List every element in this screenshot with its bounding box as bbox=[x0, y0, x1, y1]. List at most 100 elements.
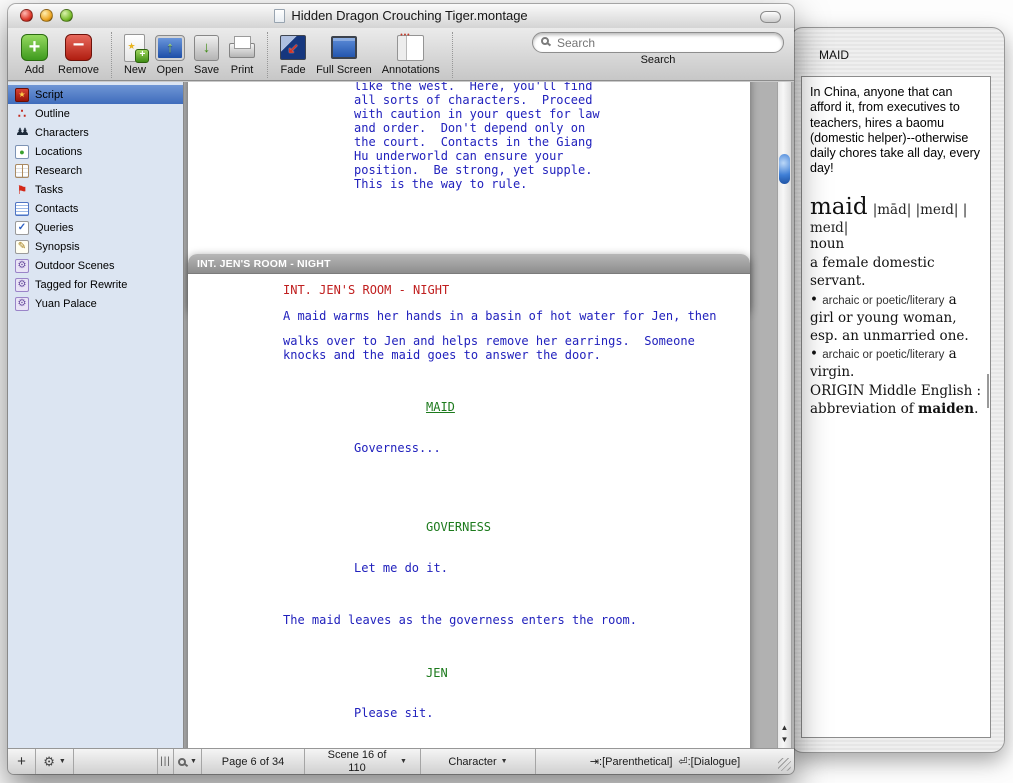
scrollbar-thumb[interactable] bbox=[779, 154, 790, 184]
sidebar-item-outline[interactable]: Outline bbox=[8, 104, 183, 123]
synopsis-pencil-icon bbox=[15, 240, 29, 254]
contacts-icon bbox=[15, 202, 29, 216]
scene-heading: INT. JEN'S ROOM - NIGHT bbox=[283, 284, 750, 298]
sidebar-item-tasks[interactable]: Tasks bbox=[8, 180, 183, 199]
vertical-scrollbar[interactable]: ▲▼ bbox=[777, 82, 792, 748]
close-button[interactable] bbox=[20, 9, 33, 22]
sidebar-item-queries[interactable]: Queries bbox=[8, 218, 183, 237]
view-columns-button[interactable]: ||| bbox=[158, 749, 174, 774]
chevron-down-icon: ▼ bbox=[400, 758, 407, 765]
window-title: Hidden Dragon Crouching Tiger.montage bbox=[8, 4, 794, 28]
toolbar: + Add − Remove New Open Save Print Fade bbox=[8, 28, 794, 81]
sidebar-item-outdoor-scenes[interactable]: Outdoor Scenes bbox=[8, 256, 183, 275]
sidebar-item-synopsis[interactable]: Synopsis bbox=[8, 237, 183, 256]
status-spacer bbox=[74, 749, 158, 774]
sidebar-item-yuan-palace[interactable]: Yuan Palace bbox=[8, 294, 183, 313]
inspector-content[interactable]: In China, anyone that can afford it, fro… bbox=[801, 76, 991, 738]
toolbar-separator bbox=[452, 32, 453, 78]
script-icon bbox=[15, 88, 29, 102]
add-button[interactable]: + Add bbox=[21, 32, 48, 76]
dictionary-sense-1: • archaic or poetic/literary a girl or y… bbox=[810, 292, 983, 345]
search-label: Search bbox=[641, 54, 676, 66]
window-controls bbox=[20, 9, 73, 22]
printer-icon bbox=[229, 34, 255, 61]
fade-button[interactable]: Fade bbox=[280, 32, 306, 76]
new-button[interactable]: New bbox=[124, 32, 146, 76]
scrollbar-arrows[interactable]: ▲▼ bbox=[778, 722, 791, 746]
dialogue-block: GOVERNESS Let me do it. bbox=[188, 494, 750, 602]
zoom-button[interactable] bbox=[60, 9, 73, 22]
tasks-pin-icon bbox=[15, 183, 29, 197]
locations-icon bbox=[15, 145, 29, 159]
script-editor[interactable]: like the west. Here, you'll find all sor… bbox=[184, 82, 794, 748]
status-search-menu[interactable]: ▼ bbox=[174, 749, 202, 774]
dictionary-origin: ORIGIN Middle English : abbreviation of … bbox=[810, 383, 983, 419]
character-name: MAID bbox=[426, 401, 750, 415]
sidebar-item-characters[interactable]: Characters bbox=[8, 123, 183, 142]
scene-card[interactable]: INT. JEN'S ROOM - NIGHT INT. JEN'S ROOM … bbox=[188, 254, 750, 748]
sidebar: Script Outline Characters Locations Rese… bbox=[8, 82, 184, 748]
action-text: A maid warms her hands in a basin of hot… bbox=[283, 310, 750, 324]
bullet: • bbox=[810, 292, 818, 308]
dialogue-text: Governess... bbox=[354, 442, 750, 456]
action-text: The maid leaves as the governess enters … bbox=[283, 614, 750, 628]
save-button[interactable]: Save bbox=[194, 32, 219, 76]
scene-card-body: INT. JEN'S ROOM - NIGHT A maid warms her… bbox=[188, 274, 750, 748]
origin-label: ORIGIN bbox=[810, 383, 865, 399]
chevron-down-icon: ▼ bbox=[190, 758, 197, 765]
toolbar-separator bbox=[267, 32, 268, 78]
save-icon bbox=[194, 35, 219, 61]
dialogue-text: Let me do it. bbox=[354, 562, 750, 576]
origin-word: maiden bbox=[918, 401, 974, 417]
sidebar-item-research[interactable]: Research bbox=[8, 161, 183, 180]
tab-hint: ⇥:[Parenthetical] bbox=[590, 755, 673, 768]
action-text: walks over to Jen and helps remove her e… bbox=[283, 335, 750, 362]
full-screen-icon bbox=[331, 36, 357, 59]
remove-button[interactable]: − Remove bbox=[58, 32, 99, 76]
print-button[interactable]: Print bbox=[229, 32, 255, 76]
return-hint: ⏎:[Dialogue] bbox=[678, 755, 740, 768]
inspector-title: MAID bbox=[819, 48, 849, 62]
sense-label: archaic or poetic/literary bbox=[822, 349, 944, 361]
status-bar: + ⚙ ▼ ||| ▼ Page 6 of 34 Scene 16 of 110… bbox=[8, 748, 794, 774]
open-icon bbox=[156, 36, 184, 60]
inspector-panel: MAID In China, anyone that can afford it… bbox=[790, 27, 1005, 753]
search-input[interactable] bbox=[532, 32, 784, 53]
dialogue-block: MAID Governess... bbox=[188, 374, 750, 482]
annotations-icon bbox=[397, 35, 424, 61]
chevron-down-icon: ▼ bbox=[59, 758, 66, 765]
chevron-down-icon: ▼ bbox=[501, 758, 508, 765]
content-area: Script Outline Characters Locations Rese… bbox=[8, 82, 794, 748]
full-screen-button[interactable]: Full Screen bbox=[316, 32, 372, 76]
document-icon bbox=[274, 9, 285, 23]
toolbar-toggle-button[interactable] bbox=[760, 11, 781, 23]
sense-label: archaic or poetic/literary bbox=[822, 295, 944, 307]
status-add-button[interactable]: + bbox=[8, 749, 36, 774]
title-bar[interactable]: Hidden Dragon Crouching Tiger.montage bbox=[8, 4, 794, 28]
annotations-button[interactable]: Annotations bbox=[382, 32, 440, 76]
resize-grip[interactable] bbox=[778, 758, 791, 771]
scene-card-header[interactable]: INT. JEN'S ROOM - NIGHT bbox=[188, 254, 750, 274]
search-group: Search bbox=[532, 32, 784, 66]
open-button[interactable]: Open bbox=[156, 32, 184, 76]
sidebar-item-contacts[interactable]: Contacts bbox=[8, 199, 183, 218]
toolbar-separator bbox=[111, 32, 112, 78]
inspector-scrollbar[interactable] bbox=[987, 374, 989, 408]
inspector-note: In China, anyone that can afford it, fro… bbox=[810, 85, 983, 177]
sidebar-item-tagged-for-rewrite[interactable]: Tagged for Rewrite bbox=[8, 275, 183, 294]
dialogue-text: like the west. Here, you'll find all sor… bbox=[354, 82, 750, 191]
queries-check-icon bbox=[15, 221, 29, 235]
sidebar-item-locations[interactable]: Locations bbox=[8, 142, 183, 161]
status-action-menu[interactable]: ⚙ ▼ bbox=[36, 749, 74, 774]
bullet: • bbox=[810, 346, 818, 362]
outline-icon bbox=[15, 107, 29, 121]
gear-icon: ⚙ bbox=[43, 754, 55, 770]
dictionary-headword: maid bbox=[810, 194, 868, 220]
dictionary-part-of-speech: noun bbox=[810, 236, 983, 254]
scene-selector[interactable]: Scene 16 of 110 ▼ bbox=[305, 749, 421, 774]
minimize-button[interactable] bbox=[40, 9, 53, 22]
keyboard-hints: ⇥:[Parenthetical] ⏎:[Dialogue] bbox=[536, 749, 794, 774]
sidebar-item-script[interactable]: Script bbox=[8, 85, 183, 104]
character-name: JEN bbox=[426, 667, 750, 681]
element-type-selector[interactable]: Character ▼ bbox=[421, 749, 536, 774]
